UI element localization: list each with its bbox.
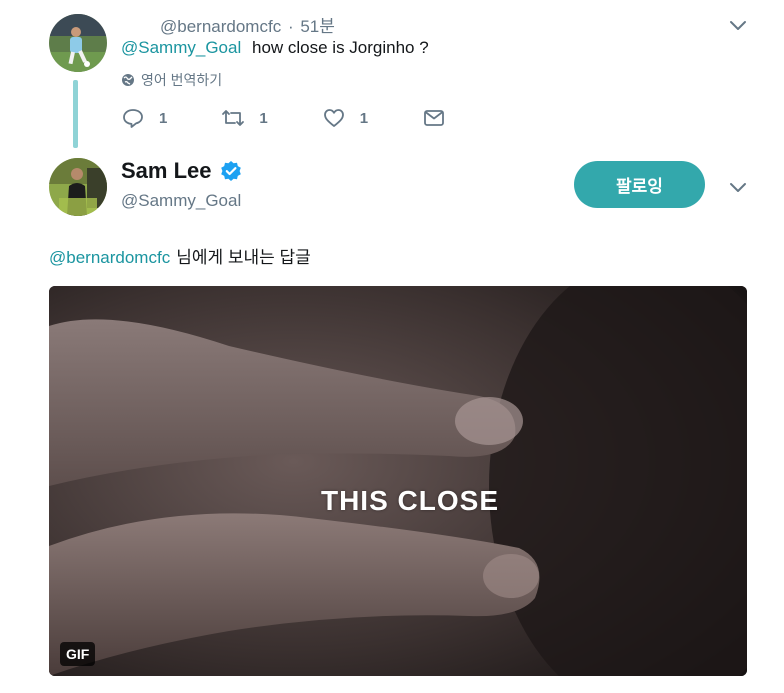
reply-button[interactable]: 1 xyxy=(121,106,167,130)
reply-context-text: 님에게 보내는 답글 xyxy=(176,248,311,267)
globe-icon xyxy=(122,74,134,86)
retweet-count: 1 xyxy=(259,109,268,127)
parent-mention-link[interactable]: @Sammy_Goal xyxy=(121,38,241,57)
verified-badge-icon xyxy=(220,160,242,182)
reply-count: 1 xyxy=(159,109,168,127)
translate-link[interactable]: 영어 번역하기 xyxy=(121,70,222,90)
parent-avatar[interactable] xyxy=(49,14,107,72)
retweet-button[interactable]: 1 xyxy=(221,106,268,130)
envelope-icon xyxy=(424,110,444,126)
parent-timestamp[interactable]: 51분 xyxy=(300,17,335,36)
author-display-name[interactable]: Sam Lee xyxy=(121,158,212,184)
like-button[interactable]: 1 xyxy=(322,106,368,130)
tweet-more-button[interactable] xyxy=(727,176,749,198)
parent-handle[interactable]: @bernardomcfc xyxy=(160,17,281,36)
parent-tweet-text: @Sammy_Goal how close is Jorginho ? xyxy=(121,38,429,58)
author-name-row: Sam Lee xyxy=(121,158,242,184)
direct-message-button[interactable] xyxy=(422,106,446,130)
author-avatar[interactable] xyxy=(49,158,107,216)
gif-badge: GIF xyxy=(60,642,96,666)
parent-tweet-meta: @bernardomcfc · 51분 xyxy=(160,12,335,37)
meta-separator: · xyxy=(287,17,294,36)
reply-icon xyxy=(123,109,143,128)
thread-connector-line xyxy=(73,80,78,148)
gif-media[interactable]: THIS CLOSE GIF xyxy=(49,286,747,676)
following-button[interactable]: 팔로잉 xyxy=(574,161,705,208)
author-handle[interactable]: @Sammy_Goal xyxy=(121,191,241,211)
chevron-down-icon xyxy=(730,21,746,30)
parent-action-bar: 1 1 1 xyxy=(121,105,490,131)
parent-avatar-image xyxy=(49,14,107,72)
author-avatar-image xyxy=(49,158,107,216)
heart-icon xyxy=(323,109,344,127)
chevron-down-icon xyxy=(730,183,746,192)
like-count: 1 xyxy=(359,109,369,127)
parent-more-button[interactable] xyxy=(727,14,749,36)
reply-mention-link[interactable]: @bernardomcfc xyxy=(49,248,170,267)
parent-body-text: how close is Jorginho ? xyxy=(251,38,429,57)
gif-still-image xyxy=(49,286,747,676)
gif-caption-text: THIS CLOSE xyxy=(320,485,499,516)
replying-to-line: @bernardomcfc 님에게 보내는 답글 xyxy=(49,243,311,268)
translate-label: 영어 번역하기 xyxy=(141,72,223,88)
retweet-icon xyxy=(222,110,245,126)
